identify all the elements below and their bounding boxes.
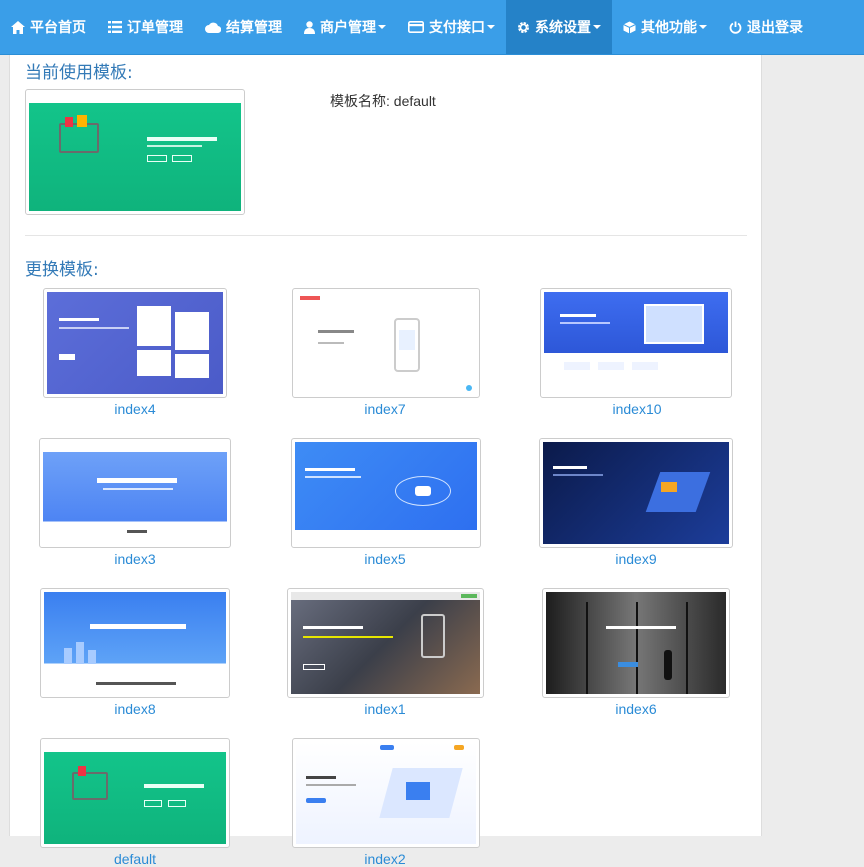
template-link[interactable]: index3: [39, 551, 231, 567]
template-link[interactable]: index5: [289, 551, 481, 567]
nav-payment[interactable]: 支付接口: [397, 0, 506, 54]
template-thumb-index5[interactable]: [291, 438, 481, 548]
template-link[interactable]: index7: [289, 401, 481, 417]
template-link[interactable]: default: [39, 851, 231, 867]
current-template-preview: [29, 93, 241, 211]
template-thumb-index4[interactable]: [43, 288, 227, 398]
template-preview: [291, 592, 480, 694]
credit-card-icon: [408, 21, 424, 33]
current-template-title: 当前使用模板:: [25, 63, 133, 83]
template-link[interactable]: index8: [39, 701, 231, 717]
template-thumb-index3[interactable]: [39, 438, 231, 548]
template-preview: [544, 292, 728, 394]
nav-other[interactable]: 其他功能: [612, 0, 718, 54]
nav-settlement-label: 结算管理: [226, 20, 282, 36]
template-preview: [543, 442, 729, 544]
current-template-thumb: [25, 89, 245, 215]
gear-icon: [517, 21, 530, 34]
nav-home-label: 平台首页: [30, 20, 86, 36]
template-panel: 当前使用模板: 模板名称: default 更换模板: index4 index…: [9, 55, 762, 867]
top-navbar: 平台首页 订单管理 结算管理 商户管理 支付接口 系统设置 其他功能 退出登录: [0, 0, 864, 55]
template-link[interactable]: index10: [541, 401, 733, 417]
template-preview: [296, 292, 476, 394]
chevron-down-icon: [699, 25, 707, 29]
template-thumb-index10[interactable]: [540, 288, 732, 398]
template-thumb-index7[interactable]: [292, 288, 480, 398]
template-link[interactable]: index2: [289, 851, 481, 867]
nav-logout-label: 退出登录: [747, 20, 803, 36]
template-thumb-default[interactable]: [40, 738, 230, 848]
nav-settlement[interactable]: 结算管理: [194, 0, 293, 54]
template-link[interactable]: index6: [540, 701, 732, 717]
nav-merchants-label: 商户管理: [320, 20, 376, 36]
nav-merchants[interactable]: 商户管理: [293, 0, 397, 54]
nav-home[interactable]: 平台首页: [0, 0, 97, 54]
cube-icon: [623, 21, 636, 34]
nav-payment-label: 支付接口: [429, 20, 485, 36]
template-link[interactable]: index1: [289, 701, 481, 717]
cloud-icon: [205, 22, 221, 33]
template-preview: [295, 442, 477, 544]
template-thumb-index2[interactable]: [292, 738, 480, 848]
current-template-name: 模板名称: default: [330, 93, 436, 109]
template-thumb-index6[interactable]: [542, 588, 730, 698]
home-icon: [11, 20, 25, 34]
nav-other-label: 其他功能: [641, 20, 697, 36]
nav-settings-label: 系统设置: [535, 20, 591, 36]
nav-orders[interactable]: 订单管理: [97, 0, 194, 54]
template-preview: [296, 742, 476, 844]
template-preview: [43, 442, 227, 544]
user-icon: [304, 20, 315, 34]
nav-orders-label: 订单管理: [127, 20, 183, 36]
template-preview: [44, 592, 226, 694]
chevron-down-icon: [378, 25, 386, 29]
template-link[interactable]: index9: [540, 551, 732, 567]
power-icon: [729, 21, 742, 34]
template-preview: [546, 592, 726, 694]
list-icon: [108, 21, 122, 33]
template-link[interactable]: index4: [39, 401, 231, 417]
nav-settings[interactable]: 系统设置: [506, 0, 612, 54]
chevron-down-icon: [593, 25, 601, 29]
template-thumb-index8[interactable]: [40, 588, 230, 698]
divider: [25, 235, 747, 236]
nav-logout[interactable]: 退出登录: [718, 0, 814, 54]
template-preview: [44, 742, 226, 844]
chevron-down-icon: [487, 25, 495, 29]
template-thumb-index9[interactable]: [539, 438, 733, 548]
change-template-title: 更换模板:: [25, 260, 99, 280]
template-thumb-index1[interactable]: [287, 588, 484, 698]
template-preview: [47, 292, 223, 394]
